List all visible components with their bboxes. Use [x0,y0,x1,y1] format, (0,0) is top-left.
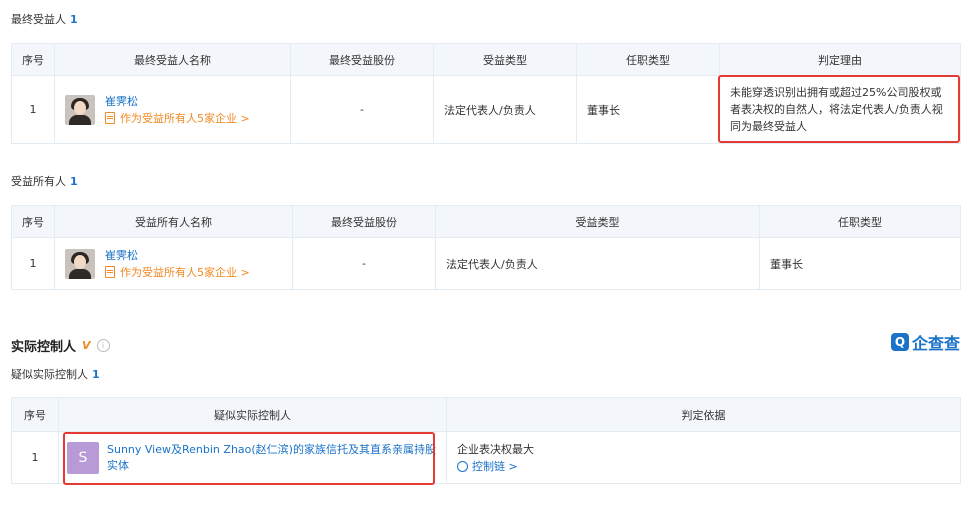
table-row: 1 崔霁松 作为受益所有人5家企业 > - 法定代表人/负责人 董事长 [11,237,961,290]
chain-icon [457,460,468,472]
col-header: 序号 [11,205,55,238]
person-name-link[interactable]: 崔霁松 [105,93,250,110]
col-header: 受益类型 [435,205,760,238]
bo-section-title: 受益所有人 1 [11,173,78,189]
col-header: 最终受益人名称 [54,43,291,76]
table-row: 1 崔霁松 作为受益所有人5家企业 > - 法定代表人/负责人 董事长 未能穿透… [11,75,961,144]
col-header: 最终受益股份 [290,43,434,76]
col-header: 受益所有人名称 [54,205,293,238]
controller-section-title: 实际控制人 V i [11,336,110,355]
ubo-section-title: 最终受益人 1 [11,11,78,27]
beneficiary-companies-label: 作为受益所有人5家企业 > [120,111,250,125]
suspected-controller-title: 疑似实际控制人 1 [11,366,100,382]
bo-table: 序号 受益所有人名称 最终受益股份 受益类型 任职类型 1 崔霁松 作为受益所有… [11,205,961,290]
controller-cell: S Sunny View及Renbin Zhao(赵仁滨)的家族信托及其直系亲属… [58,431,447,484]
suspected-controller-count: 1 [92,368,100,381]
qichacha-logo: Q 企查查 [890,330,960,354]
col-header: 任职类型 [759,205,961,238]
benefit-type-cell: 法定代表人/负责人 [433,75,577,144]
controller-title: 实际控制人 [11,340,77,355]
row-index: 1 [11,237,55,290]
controller-header-row: 序号 疑似实际控制人 判定依据 [11,397,961,432]
bo-count: 1 [70,175,78,188]
col-header: 最终受益股份 [292,205,436,238]
ubo-title: 最终受益人 [11,13,66,26]
person-cell: 崔霁松 作为受益所有人5家企业 > [54,75,291,144]
bo-title: 受益所有人 [11,175,66,188]
ubo-table: 序号 最终受益人名称 最终受益股份 受益类型 任职类型 判定理由 1 崔霁松 作… [11,43,961,144]
col-header: 判定依据 [446,397,961,432]
beneficiary-companies-link[interactable]: 作为受益所有人5家企业 > [105,264,250,281]
controller-name-link[interactable]: Sunny View及Renbin Zhao(赵仁滨)的家族信托及其直系亲属持股… [107,442,446,474]
row-index: 1 [11,431,59,484]
info-icon[interactable]: i [96,339,110,352]
ubo-count: 1 [70,13,78,26]
person-name-link[interactable]: 崔霁松 [105,247,250,264]
col-header: 判定理由 [719,43,961,76]
beneficiary-companies-link[interactable]: 作为受益所有人5家企业 > [105,110,250,127]
basis-cell: 企业表决权最大 控制链 > [446,431,961,484]
shares-cell: - [290,75,434,144]
beneficiary-companies-label: 作为受益所有人5家企业 > [120,265,250,279]
col-header: 疑似实际控制人 [58,397,447,432]
control-chain-label: 控制链 > [472,459,518,473]
benefit-type-cell: 法定代表人/负责人 [435,237,760,290]
col-header: 序号 [11,43,55,76]
controller-table: 序号 疑似实际控制人 判定依据 1 S Sunny View及Renbin Zh… [11,397,961,484]
document-icon [105,112,115,124]
col-header: 序号 [11,397,59,432]
avatar: S [67,441,99,474]
position-cell: 董事长 [759,237,961,290]
bo-header-row: 序号 受益所有人名称 最终受益股份 受益类型 任职类型 [11,205,961,238]
suspected-controller-label: 疑似实际控制人 [11,368,88,381]
shares-cell: - [292,237,436,290]
qichacha-logo-text: 企查查 [911,334,960,353]
basis-text: 企业表决权最大 [457,442,534,456]
person-cell: 崔霁松 作为受益所有人5家企业 > [54,237,293,290]
table-row: 1 S Sunny View及Renbin Zhao(赵仁滨)的家族信托及其直系… [11,431,961,484]
avatar[interactable] [65,94,95,125]
qichacha-logo-icon: Q [890,333,909,351]
reason-text: 未能穿透识别出拥有或超过25%公司股权或者表决权的自然人，将法定代表人/负责人视… [730,86,943,133]
vip-icon: V [82,339,91,352]
document-icon [105,266,115,278]
position-cell: 董事长 [576,75,720,144]
control-chain-link[interactable]: 控制链 > [457,458,960,475]
ubo-header-row: 序号 最终受益人名称 最终受益股份 受益类型 任职类型 判定理由 [11,43,961,76]
reason-cell: 未能穿透识别出拥有或超过25%公司股权或者表决权的自然人，将法定代表人/负责人视… [719,75,961,144]
avatar[interactable] [65,248,95,279]
row-index: 1 [11,75,55,144]
col-header: 任职类型 [576,43,720,76]
col-header: 受益类型 [433,43,577,76]
